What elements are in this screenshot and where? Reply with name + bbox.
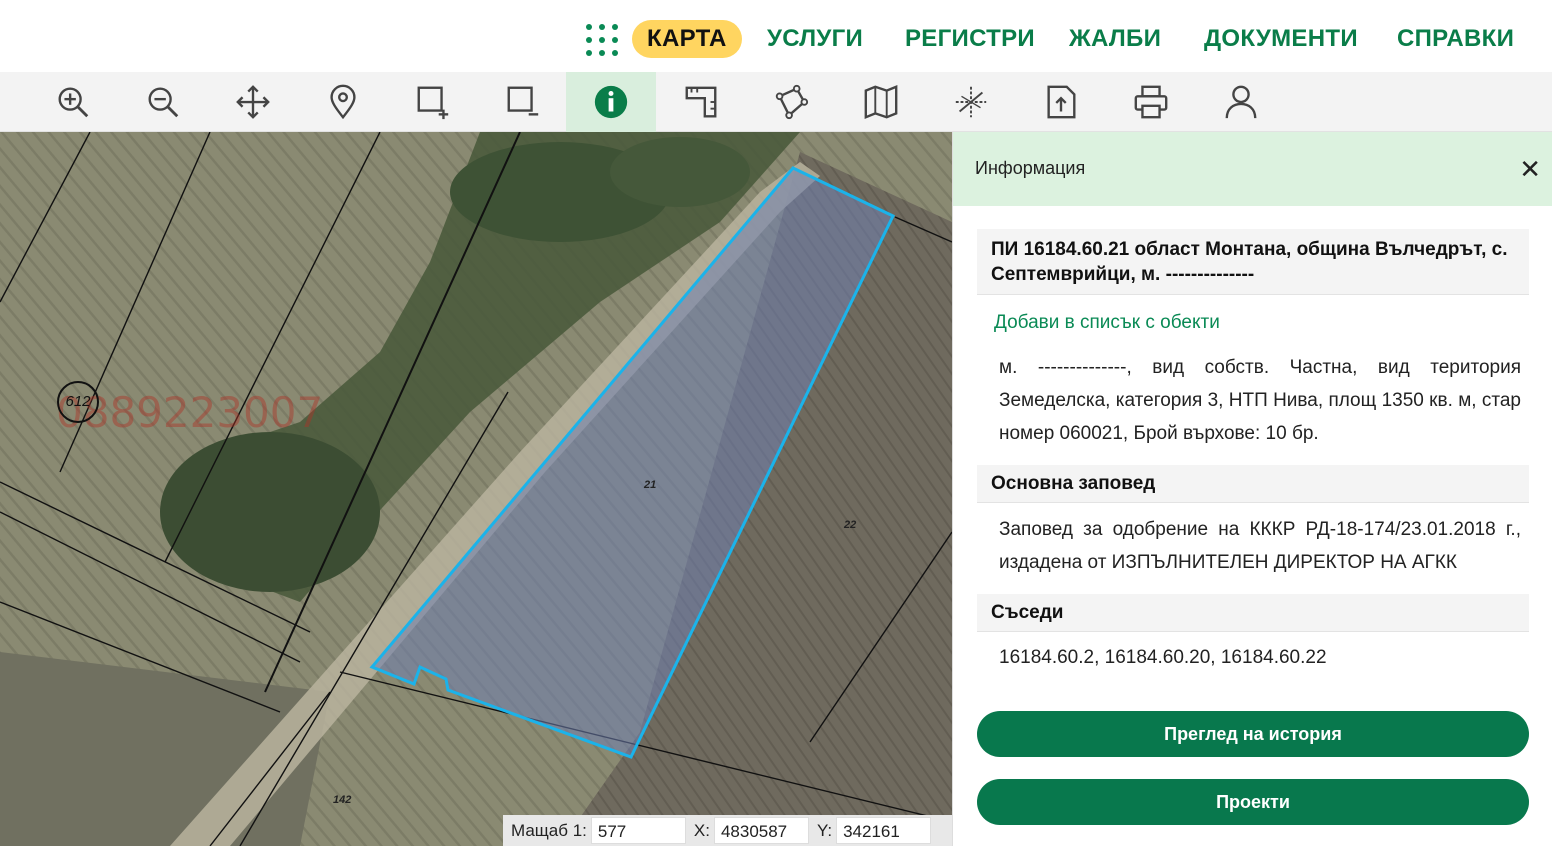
zoom-out-button[interactable] (118, 72, 208, 132)
close-icon[interactable]: ✕ (1519, 154, 1541, 185)
select-add-icon (417, 86, 449, 120)
pan-button[interactable] (208, 72, 298, 132)
map-layers-icon (864, 85, 898, 119)
pan-move-icon (236, 85, 270, 119)
location-button[interactable] (298, 72, 388, 132)
order-heading: Основна заповед (977, 465, 1529, 503)
history-button[interactable]: Преглед на история (977, 711, 1529, 757)
y-coordinate-field[interactable]: 342161 (836, 817, 932, 844)
measure-ruler-icon (685, 86, 717, 118)
map-toolbar (0, 72, 1552, 132)
select-remove-icon (507, 86, 539, 116)
scale-label: Мащаб 1: (511, 820, 587, 840)
draw-polygon-button[interactable] (746, 72, 836, 132)
map-layers-button[interactable] (836, 72, 926, 132)
parcel-title: ПИ 16184.60.21 област Монтана, община Въ… (977, 229, 1529, 295)
zoom-in-icon (58, 87, 89, 118)
info-panel-header: Информация ✕ (953, 132, 1552, 206)
apps-grid-icon[interactable] (584, 22, 620, 58)
parcel-description: м. --------------, вид собств. Частна, в… (999, 357, 1521, 444)
x-label: X: (693, 820, 710, 840)
parcel-label-21: 21 (644, 479, 657, 491)
neighbors-heading: Съседи (977, 594, 1529, 632)
location-pin-icon (330, 84, 356, 120)
print-button[interactable] (1106, 72, 1196, 132)
zoom-out-icon (148, 87, 179, 118)
x-coordinate-field[interactable]: 4830587 (713, 817, 809, 844)
coordinates-button[interactable] (926, 72, 1016, 132)
coordinates-grid-icon (955, 86, 987, 118)
info-panel-title: Информация (975, 158, 1086, 178)
user-button[interactable] (1196, 72, 1286, 132)
neighbors-text: 16184.60.2, 16184.60.20, 16184.60.22 (999, 647, 1327, 668)
order-text: Заповед за одобрение на КККР РД-18-174/2… (999, 519, 1521, 573)
export-document-icon (1047, 85, 1076, 119)
parcel-label-142: 142 (333, 794, 352, 806)
export-button[interactable] (1016, 72, 1106, 132)
polygon-draw-icon (775, 84, 809, 120)
nav-documents[interactable]: ДОКУМЕНТИ (1204, 20, 1358, 58)
parcel-label-22: 22 (844, 519, 857, 531)
nav-map[interactable]: КАРТА (632, 20, 742, 58)
projects-button[interactable]: Проекти (977, 779, 1529, 825)
select-add-button[interactable] (388, 72, 478, 132)
nav-registers[interactable]: РЕГИСТРИ (905, 20, 1035, 58)
top-navigation: КАРТА УСЛУГИ РЕГИСТРИ ЖАЛБИ ДОКУМЕНТИ СП… (0, 0, 1552, 72)
add-to-list-link[interactable]: Добави в списък с обекти (994, 312, 1220, 334)
satellite-imagery (0, 132, 952, 846)
nav-references[interactable]: СПРАВКИ (1397, 20, 1514, 58)
parcel-circle-label: 612 (57, 381, 99, 423)
nav-services[interactable]: УСЛУГИ (767, 20, 863, 58)
print-icon (1134, 85, 1168, 119)
info-icon (594, 85, 628, 119)
coordinates-status-bar: Мащаб 1: 577 X: 4830587 Y: 342161 (503, 815, 952, 846)
info-button[interactable] (566, 72, 656, 132)
y-label: Y: (816, 820, 833, 840)
scale-value-field[interactable]: 577 (590, 817, 686, 844)
zoom-in-button[interactable] (28, 72, 118, 132)
map-view[interactable]: 0889223007 612 21 22 142 Мащаб 1: 577 X:… (0, 132, 952, 846)
nav-complaints[interactable]: ЖАЛБИ (1069, 20, 1161, 58)
measure-button[interactable] (656, 72, 746, 132)
select-remove-button[interactable] (478, 72, 568, 132)
user-icon (1225, 85, 1257, 119)
info-panel: Информация ✕ ПИ 16184.60.21 област Монта… (952, 132, 1552, 846)
